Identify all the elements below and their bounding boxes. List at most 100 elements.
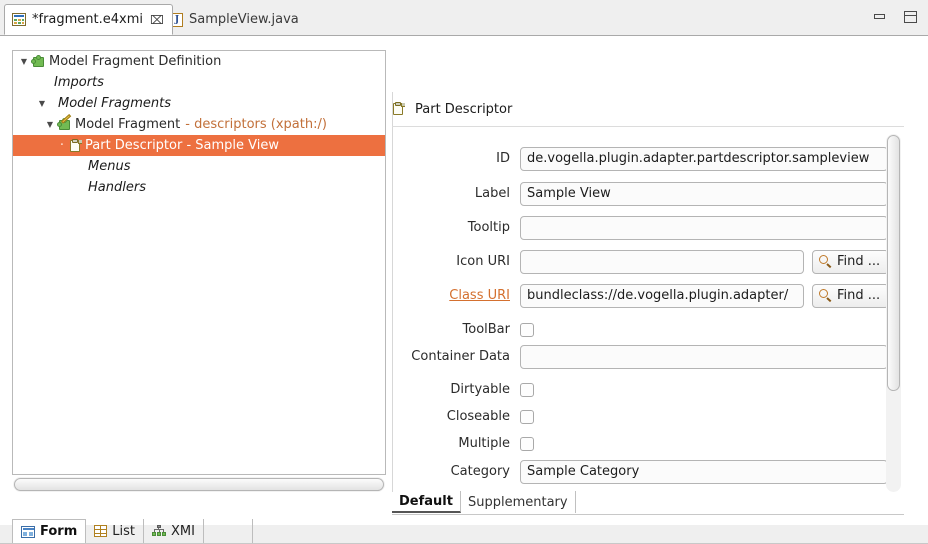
field-row-dirtyable: Dirtyable	[392, 377, 534, 402]
editor-tab-label: *fragment.e4xmi	[32, 12, 144, 27]
tree-item-model-fragments[interactable]: Model Fragments	[13, 93, 385, 114]
tree-item-imports[interactable]: Imports	[13, 72, 385, 93]
form-vertical-scrollbar[interactable]	[886, 134, 901, 492]
class-uri-link[interactable]: Class URI	[392, 288, 520, 303]
search-icon	[819, 289, 832, 302]
form-sub-tabs: Default Supplementary	[392, 491, 904, 513]
minimize-icon[interactable]	[872, 10, 888, 25]
closeable-checkbox[interactable]	[520, 409, 534, 424]
field-row-closeable: Closeable	[392, 404, 534, 429]
field-label-id: ID	[496, 151, 510, 166]
tab-label: Form	[40, 524, 78, 539]
editor-tab-fragment-e4xmi[interactable]: *fragment.e4xmi ⌧	[4, 4, 173, 35]
editor-page-tabs: Form List XMI	[12, 519, 253, 543]
tree-item-menus[interactable]: Menus	[13, 156, 385, 177]
maximize-icon[interactable]	[902, 10, 918, 25]
find-class-uri-button[interactable]: Find ...	[812, 283, 890, 308]
editor-body: Model Fragment Definition Imports Model …	[0, 36, 928, 544]
tree-horizontal-scrollbar[interactable]	[13, 477, 385, 492]
tree-item-label: Model Fragments	[58, 96, 171, 111]
container-data-field[interactable]	[520, 344, 888, 369]
dirtyable-checkbox[interactable]	[520, 382, 534, 397]
find-button-label: Find ...	[837, 254, 881, 269]
editor-window: *fragment.e4xmi ⌧ J SampleView.java Mode…	[0, 0, 928, 544]
page-title: Part Descriptor	[415, 101, 513, 117]
tab-supplementary[interactable]: Supplementary	[461, 491, 576, 513]
field-row-multiple: Multiple	[392, 431, 534, 456]
table-icon	[94, 525, 108, 537]
field-row-container-data: Container Data	[392, 344, 888, 369]
clipboard-icon	[392, 102, 405, 116]
field-label-closeable: Closeable	[446, 409, 510, 424]
tree-item-handlers[interactable]: Handlers	[13, 177, 385, 198]
tab-label: XMI	[170, 523, 195, 539]
tab-xmi[interactable]: XMI	[144, 519, 204, 543]
tree-item-part-descriptor-sample-view[interactable]: Part Descriptor - Sample View	[13, 135, 385, 156]
multiple-checkbox[interactable]	[520, 436, 534, 451]
field-label-tooltip: Tooltip	[467, 220, 510, 235]
editor-tab-label: SampleView.java	[189, 12, 299, 27]
puzzle-pencil-icon	[57, 113, 72, 132]
tree-item-label: Model Fragment Definition	[49, 54, 222, 69]
tab-label: List	[112, 523, 135, 539]
toolbar-checkbox[interactable]	[520, 322, 534, 337]
puzzle-icon	[31, 54, 46, 69]
field-row-id: ID de.vogella.plugin.adapter.partdescrip…	[392, 146, 888, 171]
chevron-down-icon[interactable]	[35, 100, 49, 108]
tree-item-label: Part Descriptor - Sample View	[85, 138, 280, 153]
tree-item-suffix: - descriptors (xpath:/)	[185, 117, 327, 132]
xmi-tree-icon	[151, 525, 166, 537]
field-label-toolbar: ToolBar	[462, 322, 510, 337]
id-field[interactable]: de.vogella.plugin.adapter.partdescriptor…	[520, 146, 888, 171]
sub-tabs-filler	[576, 491, 904, 513]
tab-label: Default	[399, 493, 453, 509]
field-label-container-data: Container Data	[411, 349, 510, 364]
tab-form[interactable]: Form	[12, 519, 87, 543]
window-controls	[872, 10, 918, 25]
icon-uri-field[interactable]	[520, 249, 804, 274]
scrollbar-thumb[interactable]	[887, 135, 900, 391]
tree-item-model-fragment-descriptors[interactable]: Model Fragment - descriptors (xpath:/)	[13, 113, 385, 135]
field-row-class-uri: Class URI bundleclass://de.vogella.plugi…	[392, 283, 890, 308]
field-label-dirtyable: Dirtyable	[450, 382, 510, 397]
e4xmi-model-icon	[12, 13, 26, 26]
field-row-category: Category Sample Category	[392, 459, 888, 484]
tree-item-label: Imports	[54, 75, 104, 90]
chevron-down-icon[interactable]	[43, 121, 57, 129]
find-button-label: Find ...	[837, 288, 881, 303]
field-row-label: Label Sample View	[392, 181, 888, 206]
sub-tabs-divider	[392, 514, 904, 515]
tab-default[interactable]: Default	[392, 491, 461, 513]
category-field[interactable]: Sample Category	[520, 459, 888, 484]
search-icon	[819, 255, 832, 268]
field-row-icon-uri: Icon URI Find ...	[392, 249, 890, 274]
form-header-divider	[392, 126, 904, 127]
tab-label: Supplementary	[467, 494, 568, 510]
scrollbar-thumb[interactable]	[14, 478, 384, 491]
find-icon-uri-button[interactable]: Find ...	[812, 249, 890, 274]
leaf-marker-icon	[55, 139, 69, 152]
tree-item-label: Menus	[88, 159, 131, 174]
close-icon[interactable]: ⌧	[150, 14, 164, 26]
page-tabs-filler	[204, 519, 253, 543]
field-label-label: Label	[474, 186, 510, 201]
label-field[interactable]: Sample View	[520, 181, 888, 206]
editor-tab-sampleview-java[interactable]: J SampleView.java	[163, 4, 308, 35]
form-icon	[21, 525, 35, 538]
field-label-icon-uri: Icon URI	[456, 254, 510, 269]
tree-item-label: Handlers	[88, 180, 146, 195]
form-header: Part Descriptor	[392, 94, 904, 124]
field-label-multiple: Multiple	[458, 436, 510, 451]
tree-item-label: Model Fragment	[75, 117, 181, 132]
tab-list[interactable]: List	[86, 519, 144, 543]
field-label-category: Category	[450, 464, 510, 479]
field-row-tooltip: Tooltip	[392, 215, 888, 240]
class-uri-field[interactable]: bundleclass://de.vogella.plugin.adapter/	[520, 283, 804, 308]
tree-item-model-fragment-definition[interactable]: Model Fragment Definition	[13, 51, 385, 72]
tooltip-field[interactable]	[520, 215, 888, 240]
model-tree[interactable]: Model Fragment Definition Imports Model …	[12, 50, 386, 475]
chevron-down-icon[interactable]	[17, 58, 31, 66]
field-row-toolbar: ToolBar	[392, 317, 534, 342]
clipboard-icon	[69, 138, 82, 153]
editor-tab-bar: *fragment.e4xmi ⌧ J SampleView.java	[0, 0, 928, 36]
